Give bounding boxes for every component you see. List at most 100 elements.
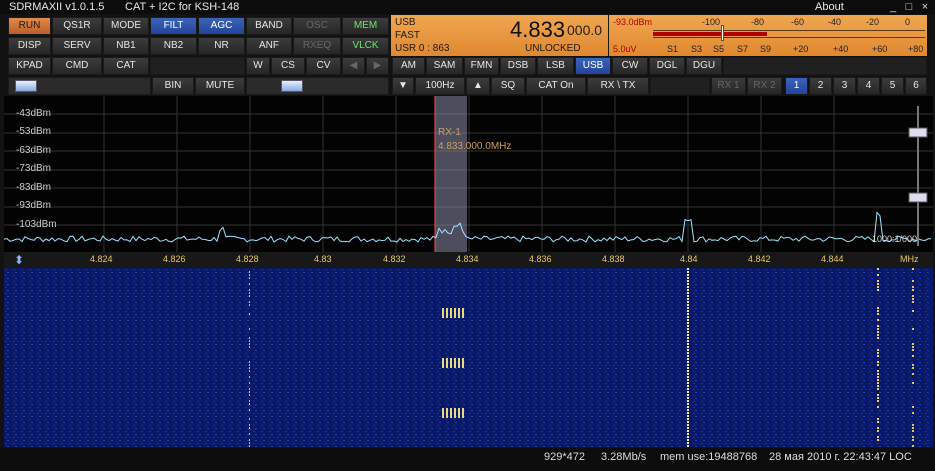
sq-button[interactable]: SQ xyxy=(491,77,525,95)
data-rate-readout: 3.28Mb/s xyxy=(601,451,647,463)
squelch-slider[interactable] xyxy=(246,77,389,95)
s-tick: +20 xyxy=(793,44,809,54)
maximize-icon[interactable]: □ xyxy=(903,1,915,13)
cmd-button[interactable]: CMD xyxy=(52,57,102,75)
step-down-icon[interactable]: ▼ xyxy=(392,77,414,95)
mode-cw-button[interactable]: CW xyxy=(612,57,648,75)
db-label: -43dBm xyxy=(16,108,52,119)
cs-button[interactable]: CS xyxy=(271,57,305,75)
nr-button[interactable]: NR xyxy=(198,37,245,55)
db-label: -83dBm xyxy=(16,182,52,193)
mode-usb-button[interactable]: USB xyxy=(575,57,611,75)
mode-button[interactable]: MODE xyxy=(103,17,149,35)
mode-fmn-button[interactable]: FMN xyxy=(464,57,499,75)
freq-unit: MHz xyxy=(900,254,919,264)
freq-tick: 4.844 xyxy=(821,254,844,264)
mode-sam-button[interactable]: SAM xyxy=(426,57,463,75)
range-slider-thumb[interactable] xyxy=(908,192,928,203)
freq-tick: 4.834 xyxy=(456,254,479,264)
corner-readout: 1000:1/000 xyxy=(872,234,918,244)
anf-button[interactable]: ANF xyxy=(246,37,292,55)
s-meter-bar xyxy=(653,25,925,41)
volume-slider[interactable] xyxy=(8,77,151,95)
channel-5-button[interactable]: 5 xyxy=(881,77,904,95)
channel-6-button[interactable]: 6 xyxy=(905,77,927,95)
app-subtitle: CAT + I2C for KSH-148 xyxy=(125,1,240,13)
mem-button[interactable]: MEM xyxy=(342,17,389,35)
mode-dgl-button[interactable]: DGL xyxy=(649,57,685,75)
qs1r-button[interactable]: QS1R xyxy=(52,17,102,35)
s-tick: +40 xyxy=(833,44,849,54)
rxeq-button[interactable]: RXEQ xyxy=(293,37,341,55)
cat-on-button[interactable]: CAT On xyxy=(526,77,586,95)
osc-button[interactable]: OSC xyxy=(293,17,341,35)
about-menu[interactable]: About xyxy=(815,0,844,14)
freq-tick: 4.836 xyxy=(529,254,552,264)
bin-button[interactable]: BIN xyxy=(152,77,194,95)
channel-4-button[interactable]: 4 xyxy=(857,77,880,95)
step-size-display[interactable]: 100Hz xyxy=(415,77,465,95)
cat-button[interactable]: CAT xyxy=(103,57,149,75)
mode-am-button[interactable]: AM xyxy=(392,57,425,75)
dbm-tick: -60 xyxy=(791,17,805,27)
rx-label: RX-1 xyxy=(438,127,461,138)
minimize-icon[interactable]: _ xyxy=(887,1,899,13)
signal-dbm: -93.0dBm xyxy=(613,17,653,27)
freq-tick: 4.83 xyxy=(314,254,332,264)
status-agc: FAST xyxy=(395,30,421,41)
waterfall-display[interactable] xyxy=(4,268,933,447)
band-button[interactable]: BAND xyxy=(246,17,292,35)
freq-tick: 4.838 xyxy=(602,254,625,264)
rx2-button[interactable]: RX 2 xyxy=(747,77,782,95)
rx1-button[interactable]: RX 1 xyxy=(711,77,746,95)
db-label: -63dBm xyxy=(16,145,52,156)
filt-button[interactable]: FILT xyxy=(150,17,197,35)
rx-tx-button[interactable]: RX \ TX xyxy=(587,77,649,95)
step-up-icon[interactable]: ▲ xyxy=(466,77,490,95)
channel-3-button[interactable]: 3 xyxy=(833,77,856,95)
run-button[interactable]: RUN xyxy=(8,17,51,35)
serv-button[interactable]: SERV xyxy=(52,37,102,55)
mute-button[interactable]: MUTE xyxy=(195,77,245,95)
nb2-button[interactable]: NB2 xyxy=(150,37,197,55)
spectrum-display[interactable]: -43dBm -53dBm -63dBm -73dBm -83dBm -93dB… xyxy=(3,96,933,252)
frequency-axis[interactable]: ⬍ 4.824 4.826 4.828 4.83 4.832 4.834 4.8… xyxy=(4,252,933,268)
sdr-app-window: SDRMAXII v1.0.1.5 CAT + I2C for KSH-148 … xyxy=(0,0,935,471)
dbm-tick: 0 xyxy=(905,17,911,27)
s-tick: +60 xyxy=(872,44,888,54)
s-tick: S1 xyxy=(667,44,679,54)
status-panel: USB FAST USR 0 : 863 4.833 000.0 UNLOCKE… xyxy=(391,15,927,56)
close-icon[interactable]: × xyxy=(919,1,931,13)
s-tick: S5 xyxy=(713,44,725,54)
ref-level-slider-thumb[interactable] xyxy=(908,127,928,138)
kpad-button[interactable]: KPAD xyxy=(8,57,51,75)
freq-tick: 4.824 xyxy=(90,254,113,264)
db-label: -103dBm xyxy=(16,219,57,230)
s-meter-fill xyxy=(653,32,768,36)
prev-arrow-icon[interactable]: ◀ xyxy=(342,57,365,75)
s-tick: S3 xyxy=(691,44,703,54)
cv-button[interactable]: CV xyxy=(306,57,341,75)
zoom-arrows-icon[interactable]: ⬍ xyxy=(14,253,24,267)
agc-button[interactable]: AGC xyxy=(198,17,245,35)
channel-2-button[interactable]: 2 xyxy=(809,77,832,95)
frequency-main[interactable]: 4.833 xyxy=(510,17,565,43)
vlck-button[interactable]: VLCK xyxy=(342,37,389,55)
memory-readout: mem use:19488768 xyxy=(660,451,758,463)
app-title: SDRMAXII v1.0.1.5 xyxy=(9,1,105,13)
mode-dsb-button[interactable]: DSB xyxy=(500,57,536,75)
db-label: -53dBm xyxy=(16,126,52,137)
blank-button[interactable] xyxy=(150,57,245,75)
squelch-slider-thumb[interactable] xyxy=(281,80,303,92)
mode-lsb-button[interactable]: LSB xyxy=(537,57,574,75)
channel-1-button[interactable]: 1 xyxy=(785,77,808,95)
w-button[interactable]: W xyxy=(246,57,270,75)
frequency-sub[interactable]: 000.0 xyxy=(567,22,602,38)
freq-tick: 4.828 xyxy=(236,254,259,264)
disp-button[interactable]: DISP xyxy=(8,37,51,55)
volume-slider-thumb[interactable] xyxy=(15,80,37,92)
next-arrow-icon[interactable]: ▶ xyxy=(366,57,389,75)
nb1-button[interactable]: NB1 xyxy=(103,37,149,55)
spectrum-grid xyxy=(3,96,933,252)
mode-dgu-button[interactable]: DGU xyxy=(686,57,722,75)
